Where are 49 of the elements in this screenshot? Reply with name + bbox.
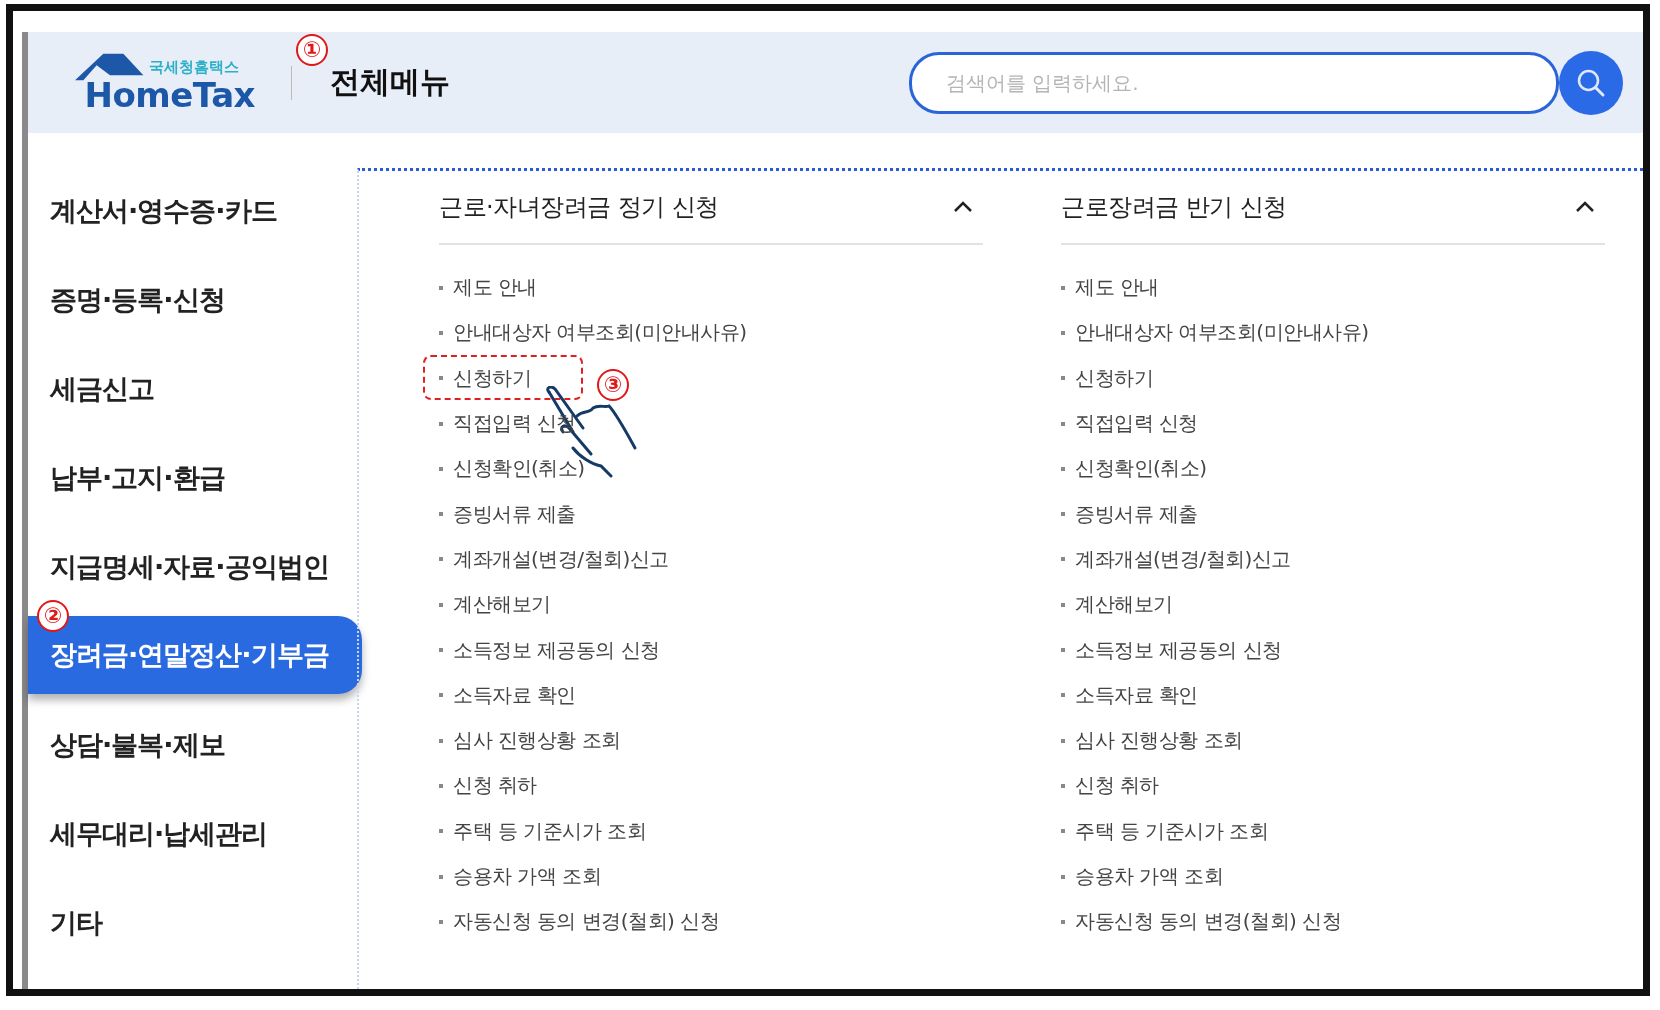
sidebar-item[interactable]: 기타	[28, 878, 357, 967]
search-icon	[1576, 67, 1606, 98]
menu-link[interactable]: 소득정보 제공동의 신청	[1075, 636, 1282, 664]
search-input[interactable]: 검색어를 입력하세요.	[946, 70, 1522, 95]
menu-link[interactable]: 신청확인(취소)	[1075, 455, 1207, 483]
menu-link[interactable]: 안내대상자 여부조회(미안내사유)	[1075, 319, 1369, 347]
menu-link[interactable]: 승용차 가액 조회	[453, 863, 602, 890]
menu-link[interactable]: 주택 등 기준시가 조회	[453, 817, 647, 845]
sidebar-item[interactable]: 증명·등록·신청	[28, 255, 357, 344]
menu-link[interactable]: 자동신청 동의 변경(철회) 신청	[1075, 908, 1342, 936]
menu-link[interactable]: 신청하기	[453, 364, 531, 392]
sidebar-item[interactable]: 세금신고	[28, 344, 357, 433]
menu-link[interactable]: 소득자료 확인	[1075, 681, 1198, 709]
chevron-up-icon[interactable]	[953, 201, 973, 213]
menu-link[interactable]: 신청 취하	[453, 772, 537, 800]
sidebar-item[interactable]: 세무대리·납세관리	[28, 789, 357, 878]
menu-link[interactable]: 승용차 가액 조회	[1075, 863, 1224, 890]
search-field[interactable]: 검색어를 입력하세요.	[909, 51, 1559, 114]
menu-link[interactable]: 제도 안내	[453, 274, 537, 302]
logo-tagline: 국세청홈택스	[149, 57, 239, 76]
menu-link[interactable]: 계산해보기	[453, 591, 551, 619]
step-marker: ③	[597, 369, 629, 401]
menu-link[interactable]: 신청하기	[1075, 364, 1153, 392]
menu-link[interactable]: 심사 진행상황 조회	[453, 727, 621, 755]
menu-link[interactable]: 계좌개설(변경/철회)신고	[453, 545, 669, 573]
menu-link[interactable]: 자동신청 동의 변경(철회) 신청	[453, 908, 720, 936]
page-title: 전체메뉴	[330, 63, 450, 101]
menu-link[interactable]: 안내대상자 여부조회(미안내사유)	[453, 319, 747, 347]
house-roof-icon	[75, 51, 145, 82]
menu-link[interactable]: 증빙서류 제출	[1075, 500, 1198, 528]
menu-link[interactable]: 주택 등 기준시가 조회	[1075, 817, 1269, 845]
logo-name[interactable]: HomeTax	[84, 75, 255, 114]
menu-link[interactable]: 심사 진행상황 조회	[1075, 727, 1243, 755]
menu-link[interactable]: 계산해보기	[1075, 591, 1173, 619]
menu-link[interactable]: 소득자료 확인	[453, 681, 576, 709]
menu-link[interactable]: 신청확인(취소)	[453, 455, 585, 483]
step-marker: ②	[37, 600, 69, 632]
sidebar-item[interactable]: 상담·불복·제보	[28, 700, 357, 789]
menu-link[interactable]: 계좌개설(변경/철회)신고	[1075, 545, 1291, 573]
menu-link[interactable]: 제도 안내	[1075, 274, 1159, 302]
chevron-up-icon[interactable]	[1575, 201, 1595, 213]
menu-link[interactable]: 신청 취하	[1075, 772, 1159, 800]
section-title: 근로장려금 반기 신청	[1061, 192, 1287, 223]
menu-link[interactable]: 증빙서류 제출	[453, 500, 576, 528]
menu-link[interactable]: 직접입력 신청	[1075, 410, 1198, 438]
section-title: 근로·자녀장려금 정기 신청	[439, 192, 719, 223]
sidebar-item[interactable]: 계산서·영수증·카드	[28, 166, 357, 255]
sidebar-item[interactable]: 납부·고지·환급	[28, 433, 357, 522]
menu-link[interactable]: 소득정보 제공동의 신청	[453, 636, 660, 664]
